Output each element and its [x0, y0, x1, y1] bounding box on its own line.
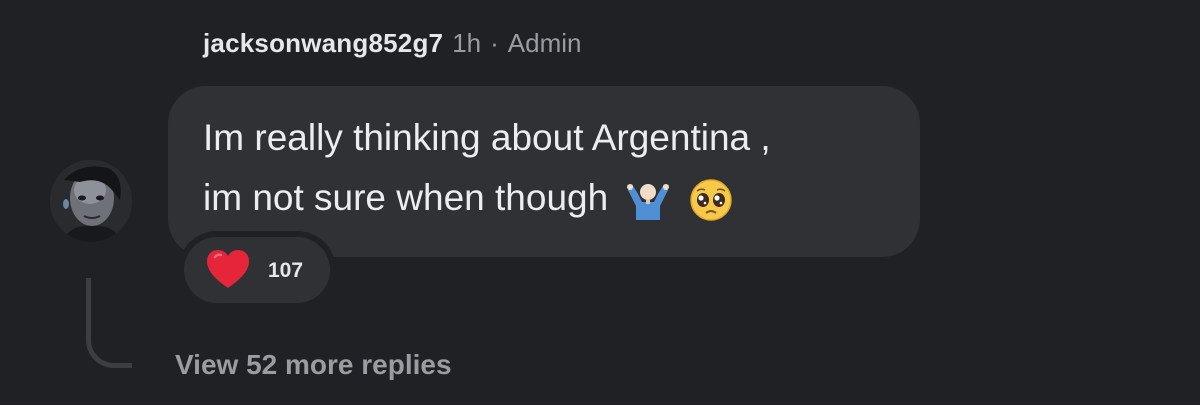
avatar[interactable] — [50, 160, 132, 242]
thread-connector-line — [86, 278, 132, 368]
reaction-pill[interactable]: 107 — [184, 237, 330, 303]
comment-text-line-1: Im really thinking about Argentina , — [203, 117, 771, 158]
view-more-replies-link[interactable]: View 52 more replies — [175, 349, 452, 381]
username[interactable]: jacksonwang852g7 — [203, 28, 443, 59]
reaction-count: 107 — [268, 259, 304, 282]
shrug-emoji-icon — [627, 184, 670, 221]
separator-dot: · — [490, 28, 499, 58]
avatar-image — [50, 160, 132, 242]
comment-bubble[interactable] — [168, 86, 920, 257]
heart-icon — [207, 250, 249, 288]
pleading-face-emoji-icon — [690, 179, 732, 221]
comment-text-line-2: im not sure when though — [203, 177, 733, 222]
comment-header: jacksonwang852g7 1h · Admin — [203, 28, 582, 59]
timestamp: 1h — [452, 28, 482, 58]
role-badge: Admin — [507, 28, 582, 58]
